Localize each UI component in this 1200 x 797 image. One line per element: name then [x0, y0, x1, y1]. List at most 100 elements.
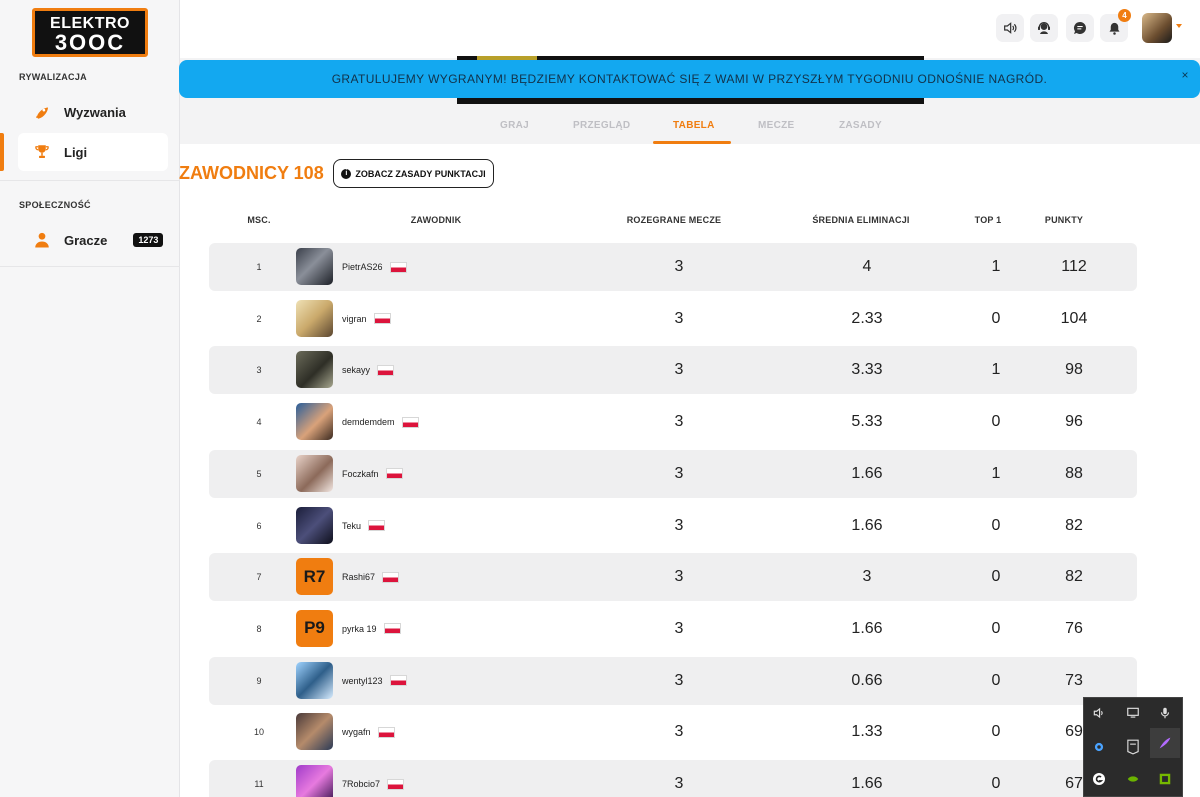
table-row[interactable]: 4 demdemdem 3 5.33 0 96: [209, 398, 1137, 446]
top1-cell: 0: [991, 775, 1001, 792]
tab-tabela[interactable]: TABELA: [673, 120, 715, 131]
matches-cell: 3: [674, 568, 684, 586]
player-avatar[interactable]: P9: [296, 609, 333, 647]
brand-logo[interactable]: ELEKTRO 3OOC: [32, 8, 148, 57]
table-row[interactable]: 10 wygafn 3 1.33 0 69: [209, 708, 1137, 756]
table-row[interactable]: 6 Teku 3 1.66 0 82: [209, 502, 1137, 550]
chevron-down-icon[interactable]: [1176, 24, 1182, 28]
rank-cell: 8: [256, 623, 262, 634]
player-avatar[interactable]: [296, 248, 333, 285]
points-cell: 112: [1061, 258, 1087, 275]
player-name-cell[interactable]: PietrAS26: [342, 243, 407, 291]
top1-cell: 1: [991, 258, 1001, 275]
player-name-cell[interactable]: Rashi67: [342, 553, 400, 601]
banner-text: GRATULUJEMY WYGRANYM! BĘDZIEMY KONTAKTOW…: [331, 72, 1048, 86]
player-name[interactable]: vigran: [342, 314, 367, 324]
sidebar: ELEKTRO 3OOC RYWALIZACJA Wyzwania Ligi S…: [0, 0, 180, 797]
player-name[interactable]: Teku: [342, 521, 361, 531]
points-cell: 82: [1065, 568, 1083, 586]
player-name[interactable]: Foczkafn: [342, 469, 379, 479]
epic-games-icon[interactable]: [1118, 732, 1148, 762]
player-name-cell[interactable]: Teku: [342, 502, 386, 550]
player-avatar[interactable]: R7: [296, 558, 333, 596]
rank-cell: 6: [256, 520, 262, 531]
sidebar-item-label: Gracze: [64, 232, 108, 248]
top-header: 4: [180, 0, 1200, 58]
table-row[interactable]: 7 R7 Rashi67 3 3 0 82: [209, 553, 1137, 602]
player-name-cell[interactable]: sekayy: [342, 346, 395, 394]
tab-mecze[interactable]: MECZE: [758, 120, 795, 131]
sidebar-item-ligi[interactable]: Ligi: [18, 133, 168, 171]
player-name-cell[interactable]: wentyl123: [342, 657, 407, 705]
player-avatar[interactable]: [296, 765, 333, 797]
tab-zasady[interactable]: ZASADY: [839, 120, 882, 131]
display-icon[interactable]: [1118, 698, 1148, 728]
matches-cell: 3: [674, 723, 684, 741]
player-name-cell[interactable]: 7Robcio7: [342, 760, 405, 797]
avg-kills-cell: 1.33: [851, 723, 883, 741]
table-row[interactable]: 3 sekayy 3 3.33 1 98: [209, 346, 1137, 395]
table-row[interactable]: 5 Foczkafn 3 1.66 1 88: [209, 449, 1137, 498]
table-row[interactable]: 1 PietrAS26 3 4 1 112: [209, 243, 1137, 291]
player-avatar[interactable]: [296, 351, 333, 389]
player-name[interactable]: wentyl123: [342, 676, 383, 686]
trophy-icon: [32, 142, 52, 162]
banner-close-icon[interactable]: ×: [1178, 68, 1192, 82]
feather-app-icon[interactable]: [1150, 728, 1180, 758]
league-tabs: GRAJ PRZEGLĄD TABELA MECZE ZASADY: [180, 104, 1200, 144]
announcement-banner: GRATULUJEMY WYGRANYM! BĘDZIEMY KONTAKTOW…: [179, 60, 1200, 98]
player-name-cell[interactable]: Foczkafn: [342, 450, 403, 498]
poland-flag-icon: [377, 364, 395, 376]
nvidia-icon[interactable]: [1118, 764, 1148, 794]
tab-przeglad[interactable]: PRZEGLĄD: [573, 120, 630, 131]
player-avatar[interactable]: [296, 299, 333, 337]
sidebar-item-wyzwania[interactable]: Wyzwania: [18, 93, 168, 131]
player-name-cell[interactable]: demdemdem: [342, 398, 419, 446]
player-name[interactable]: Rashi67: [342, 572, 375, 582]
sidebar-item-gracze[interactable]: Gracze 1273: [18, 221, 168, 259]
volume-icon[interactable]: [1084, 698, 1114, 728]
points-cell: 88: [1065, 464, 1083, 482]
top1-cell: 1: [991, 464, 1001, 482]
poland-flag-icon: [389, 675, 407, 687]
player-name[interactable]: wygafn: [342, 727, 371, 737]
table-row[interactable]: 2 vigran 3 2.33 0 104: [209, 295, 1137, 343]
geforce-overlay-icon[interactable]: [1150, 764, 1180, 794]
microphone-icon[interactable]: [1150, 698, 1180, 728]
notifications-button[interactable]: 4: [1100, 9, 1131, 42]
chat-button[interactable]: [1066, 14, 1094, 42]
user-icon: [32, 230, 52, 250]
poland-flag-icon: [389, 261, 407, 273]
avg-kills-cell: 1.66: [851, 619, 883, 637]
table-row[interactable]: 8 P9 pyrka 19 3 1.66 0 76: [209, 605, 1137, 653]
matches-cell: 3: [674, 309, 684, 327]
player-avatar[interactable]: [296, 713, 333, 751]
player-name-cell[interactable]: wygafn: [342, 708, 395, 756]
player-avatar[interactable]: [296, 403, 333, 441]
support-button[interactable]: [1030, 14, 1058, 42]
user-avatar[interactable]: [1142, 13, 1172, 43]
tab-graj[interactable]: GRAJ: [500, 120, 529, 131]
poland-flag-icon: [373, 313, 391, 325]
player-name[interactable]: 7Robcio7: [342, 779, 380, 789]
settings-gear-icon[interactable]: [1084, 732, 1114, 762]
scoring-rules-button[interactable]: i ZOBACZ ZASADY PUNKTACJI: [333, 159, 494, 188]
player-name[interactable]: PietrAS26: [342, 262, 383, 272]
player-name[interactable]: sekayy: [342, 365, 370, 375]
table-row[interactable]: 9 wentyl123 3 0.66 0 73: [209, 656, 1137, 705]
player-name-cell[interactable]: vigran: [342, 295, 391, 343]
poland-flag-icon: [377, 726, 395, 738]
logitech-icon[interactable]: [1084, 764, 1114, 794]
player-name[interactable]: demdemdem: [342, 417, 395, 427]
player-name[interactable]: pyrka 19: [342, 624, 377, 634]
player-avatar[interactable]: [296, 506, 333, 544]
avg-kills-cell: 1.66: [851, 775, 883, 792]
players-count-badge: 1273: [133, 233, 164, 247]
player-avatar[interactable]: [296, 661, 333, 699]
player-name-cell[interactable]: pyrka 19: [342, 605, 401, 653]
table-row[interactable]: 11 7Robcio7 3 1.66 0 67: [209, 760, 1137, 797]
sound-button[interactable]: [996, 14, 1024, 42]
scoring-rules-label: ZOBACZ ZASADY PUNKTACJI: [355, 168, 486, 179]
player-avatar[interactable]: [296, 454, 333, 492]
avg-kills-cell: 1.66: [851, 516, 883, 534]
